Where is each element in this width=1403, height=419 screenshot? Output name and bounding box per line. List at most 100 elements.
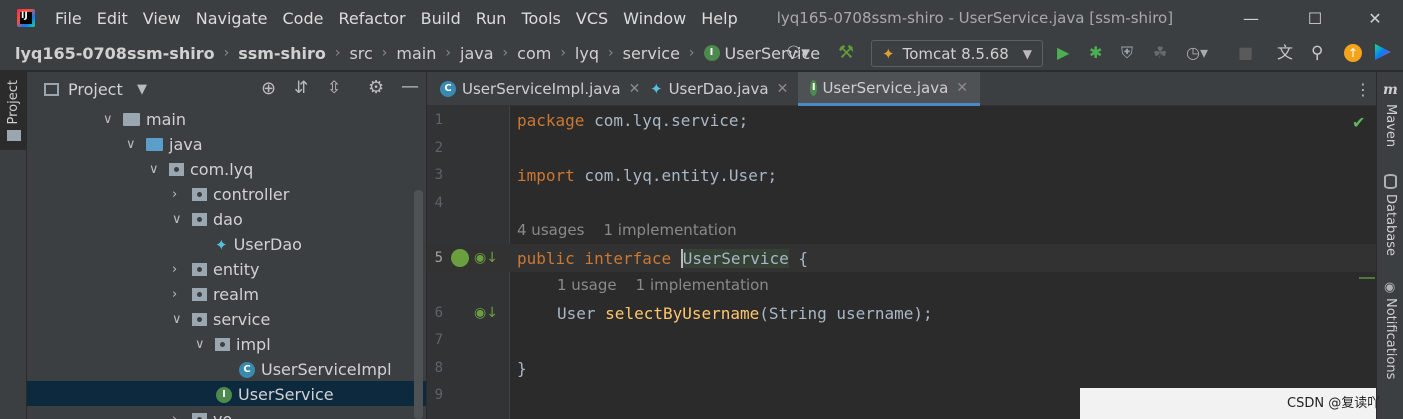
collapse-all-icon[interactable]: ⇳: [327, 78, 341, 98]
menu-run[interactable]: Run: [476, 9, 507, 28]
collapsed-arrow-icon[interactable]: ›: [172, 412, 182, 419]
tab-userserviceimpl[interactable]: C UserServiceImpl.java ✕: [440, 72, 640, 106]
breadcrumb-main[interactable]: main: [396, 44, 436, 63]
expanded-arrow-icon[interactable]: ∨: [149, 162, 159, 177]
project-panel-title[interactable]: Project: [68, 80, 123, 99]
expanded-arrow-icon[interactable]: ∨: [103, 112, 113, 127]
breadcrumb-src[interactable]: src: [349, 44, 372, 63]
tree-item-userserviceimpl[interactable]: C UserServiceImpl: [239, 357, 392, 382]
maximize-icon[interactable]: ☐: [1292, 0, 1338, 36]
menu-window[interactable]: Window: [623, 9, 686, 28]
folder-icon: [123, 113, 140, 126]
debug-icon[interactable]: ✱: [1089, 44, 1107, 62]
collapsed-arrow-icon[interactable]: ›: [172, 287, 182, 302]
chevron-down-icon[interactable]: ▼: [137, 82, 147, 97]
database-tool-label[interactable]: Database: [1383, 194, 1398, 256]
expanded-arrow-icon[interactable]: ∨: [172, 312, 182, 327]
expanded-arrow-icon[interactable]: ∨: [126, 137, 136, 152]
implemented-gutter-icon[interactable]: ◉↓: [474, 250, 498, 266]
maven-tool-label[interactable]: Maven: [1383, 104, 1398, 147]
inspection-ok-icon[interactable]: ✔: [1352, 113, 1365, 132]
notification-bell-icon[interactable]: ◉: [1384, 280, 1395, 295]
menu-code[interactable]: Code: [283, 9, 324, 28]
tree-item-label: realm: [213, 285, 259, 304]
close-tab-icon[interactable]: ✕: [956, 80, 968, 96]
notifications-tool-label[interactable]: Notifications: [1383, 298, 1398, 379]
tab-userservice[interactable]: I UserService.java ✕: [798, 72, 980, 106]
spring-bean-icon[interactable]: [451, 249, 469, 267]
hide-panel-icon[interactable]: —: [401, 76, 419, 97]
translate-icon[interactable]: 文: [1277, 44, 1295, 62]
menu-help[interactable]: Help: [701, 9, 737, 28]
project-scrollbar[interactable]: [414, 190, 423, 419]
tree-item-impl[interactable]: ∨ impl: [195, 332, 271, 357]
tree-item-controller[interactable]: › controller: [172, 182, 289, 207]
run-icon[interactable]: ▶: [1057, 44, 1075, 62]
menu-tools[interactable]: Tools: [521, 9, 560, 28]
line-number: 3: [434, 167, 443, 183]
search-icon[interactable]: ⚲: [1311, 44, 1329, 62]
implemented-gutter-icon[interactable]: ◉↓: [474, 305, 498, 321]
breadcrumb-java[interactable]: java: [460, 44, 494, 63]
tab-userdao[interactable]: ✦ UserDao.java ✕: [650, 72, 788, 106]
tree-item-realm[interactable]: › realm: [172, 282, 259, 307]
menu-file[interactable]: File: [55, 9, 82, 28]
maven-icon[interactable]: m: [1383, 82, 1398, 98]
tree-item-main[interactable]: ∨ main: [103, 107, 186, 132]
menu-vcs[interactable]: VCS: [576, 9, 608, 28]
breadcrumb-com[interactable]: com: [517, 44, 551, 63]
package-icon: [192, 313, 207, 326]
coverage-icon[interactable]: ⛨: [1121, 44, 1139, 62]
tree-item-label: vo: [213, 410, 232, 419]
user-icon[interactable]: ⚇▾: [786, 44, 810, 62]
run-config-label: Tomcat 8.5.68: [902, 44, 1009, 63]
watermark-text: CSDN @复读吖: [1287, 396, 1381, 411]
project-tool-button[interactable]: Project: [0, 72, 27, 150]
code-line-5: public interface UserService {: [517, 249, 808, 268]
stop-icon[interactable]: ■: [1238, 44, 1256, 62]
tree-item-dao[interactable]: ∨ dao: [172, 207, 243, 232]
package-icon: [192, 263, 207, 276]
change-marker: [1359, 277, 1375, 279]
tree-item-label: java: [169, 135, 203, 154]
breadcrumb-project[interactable]: lyq165-0708ssm-shiro: [15, 44, 215, 63]
locate-icon[interactable]: ⊕: [261, 78, 276, 99]
close-icon[interactable]: ✕: [1352, 0, 1398, 36]
build-hammer-icon[interactable]: ⚒: [838, 44, 856, 62]
tree-item-java[interactable]: ∨ java: [126, 132, 203, 157]
close-tab-icon[interactable]: ✕: [777, 81, 789, 97]
tree-item-service[interactable]: ∨ service: [172, 307, 270, 332]
close-tab-icon[interactable]: ✕: [629, 81, 641, 97]
database-icon[interactable]: [1384, 174, 1397, 189]
run-config-select[interactable]: ✦ Tomcat 8.5.68 ▼: [871, 40, 1043, 67]
breadcrumb-module[interactable]: ssm-shiro: [238, 44, 326, 63]
usages-hint[interactable]: 4 usages 1 implementation: [517, 221, 737, 239]
minimize-icon[interactable]: —: [1228, 0, 1274, 36]
tree-item-userdao[interactable]: ✦ UserDao: [215, 232, 302, 257]
breadcrumb-lyq[interactable]: lyq: [575, 44, 599, 63]
expanded-arrow-icon[interactable]: ∨: [172, 212, 182, 227]
line-number: 6: [434, 305, 443, 321]
menu-edit[interactable]: Edit: [97, 9, 128, 28]
tree-item-vo[interactable]: › vo: [172, 407, 232, 419]
tree-item-entity[interactable]: › entity: [172, 257, 259, 282]
gear-icon[interactable]: ⚙: [368, 77, 384, 98]
collapsed-arrow-icon[interactable]: ›: [172, 187, 182, 202]
update-icon[interactable]: ↑: [1344, 44, 1362, 62]
collapsed-arrow-icon[interactable]: ›: [172, 262, 182, 277]
tree-item-userservice[interactable]: I UserService: [216, 382, 334, 407]
tree-item-com-lyq[interactable]: ∨ com.lyq: [149, 157, 253, 182]
breadcrumb-service[interactable]: service: [623, 44, 680, 63]
tab-menu-icon[interactable]: ⋮: [1355, 80, 1371, 99]
usages-hint[interactable]: 1 usage 1 implementation: [557, 276, 769, 294]
menu-navigate[interactable]: Navigate: [196, 9, 268, 28]
tree-item-label: impl: [236, 335, 271, 354]
expand-all-icon[interactable]: ⇵: [294, 78, 308, 98]
menu-build[interactable]: Build: [421, 9, 461, 28]
menu-refactor[interactable]: Refactor: [338, 9, 405, 28]
menu-view[interactable]: View: [143, 9, 181, 28]
profile-icon[interactable]: ☘: [1153, 44, 1171, 62]
line-number: 5: [434, 250, 443, 266]
expanded-arrow-icon[interactable]: ∨: [195, 337, 205, 352]
more-run-icon[interactable]: ◷▾: [1186, 44, 1208, 62]
